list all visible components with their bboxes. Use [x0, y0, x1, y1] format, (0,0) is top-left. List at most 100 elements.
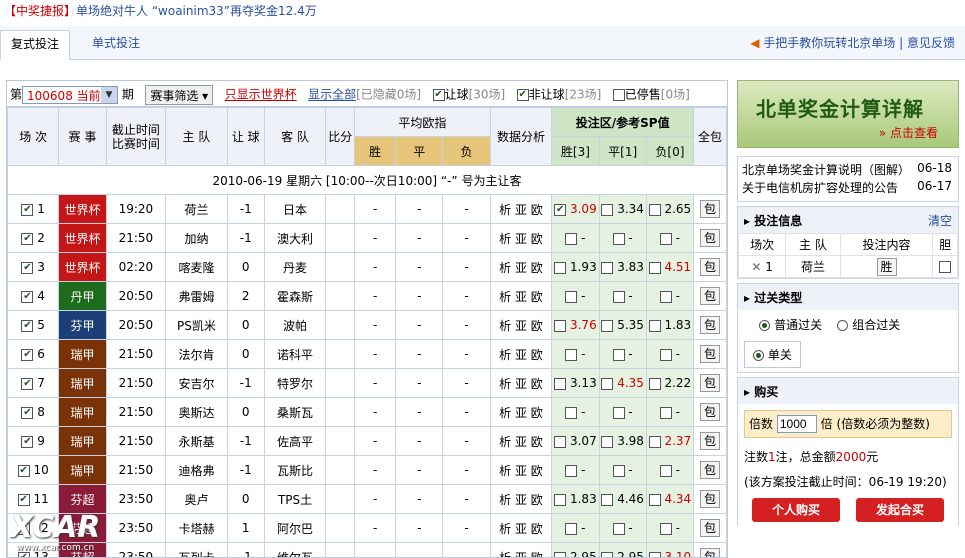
- news-item[interactable]: 北京单场奖金计算说明（图解） 06-18: [742, 161, 954, 179]
- news-ticker[interactable]: 【中奖捷报】单场绝对牛人 “woainim33”再夺奖金12.4万: [0, 0, 965, 20]
- match-checkbox[interactable]: ✔: [21, 348, 34, 361]
- bet-option-checkbox[interactable]: [601, 435, 614, 448]
- bet-option-checkbox[interactable]: [612, 522, 625, 535]
- away-team[interactable]: 丹麦: [283, 261, 307, 275]
- bet-option-checkbox[interactable]: [554, 377, 567, 390]
- non-handicap-checkbox[interactable]: ✔: [516, 89, 529, 101]
- bet-option-checkbox[interactable]: [612, 348, 625, 361]
- bet-option-checkbox[interactable]: [648, 551, 661, 557]
- away-team[interactable]: 澳大利: [277, 232, 313, 246]
- away-team[interactable]: 霍森斯: [277, 290, 313, 304]
- bet-option-checkbox[interactable]: [659, 348, 672, 361]
- away-team[interactable]: 波帕: [283, 319, 307, 333]
- home-team[interactable]: 迪格弗: [178, 464, 214, 478]
- away-team[interactable]: 瓦斯比: [277, 464, 313, 478]
- full-bet-button[interactable]: 包: [700, 345, 720, 363]
- analysis-links[interactable]: 析 亚 欧: [499, 493, 543, 507]
- home-team[interactable]: 奥卢: [184, 493, 208, 507]
- away-team[interactable]: 桑斯瓦: [277, 406, 313, 420]
- analysis-links[interactable]: 析 亚 欧: [499, 261, 543, 275]
- full-bet-button[interactable]: 包: [700, 316, 720, 334]
- analysis-links[interactable]: 析 亚 欧: [499, 522, 543, 536]
- tab-single-bet[interactable]: 单式投注: [82, 30, 150, 60]
- home-team[interactable]: 法尔肯: [178, 348, 214, 362]
- normal-pass-radio[interactable]: [759, 320, 771, 331]
- issue-select[interactable]: 100608 当前 ▼: [22, 86, 119, 104]
- bet-option-checkbox[interactable]: [659, 232, 672, 245]
- away-team[interactable]: 特罗尔: [277, 377, 313, 391]
- bet-option-checkbox[interactable]: [648, 261, 661, 274]
- full-bet-button[interactable]: 包: [700, 490, 720, 508]
- bet-option-checkbox[interactable]: [648, 203, 661, 216]
- bet-option-checkbox[interactable]: [648, 377, 661, 390]
- feedback-link[interactable]: 意见反馈: [907, 36, 955, 50]
- bet-option-checkbox[interactable]: [612, 464, 625, 477]
- match-checkbox[interactable]: ✔: [21, 232, 34, 245]
- full-bet-button[interactable]: 包: [700, 200, 720, 218]
- away-team[interactable]: 维尔瓦: [277, 551, 313, 558]
- league-filter-button[interactable]: 赛事筛选 ▾: [145, 85, 214, 105]
- bet-option-checkbox[interactable]: [601, 319, 614, 332]
- match-checkbox[interactable]: ✔: [17, 464, 30, 477]
- bet-option-checkbox[interactable]: [612, 406, 625, 419]
- tab-multi-bet[interactable]: 复式投注: [0, 30, 71, 60]
- analysis-links[interactable]: 析 亚 欧: [499, 435, 543, 449]
- bet-option-checkbox[interactable]: [565, 406, 578, 419]
- home-team[interactable]: 瓦列卡: [178, 551, 214, 558]
- bet-option-checkbox[interactable]: [648, 435, 661, 448]
- bet-option-checkbox[interactable]: [565, 232, 578, 245]
- remove-icon[interactable]: ✕: [751, 260, 761, 274]
- bet-option-checkbox[interactable]: [601, 377, 614, 390]
- bet-option-checkbox[interactable]: [659, 290, 672, 303]
- news-title[interactable]: 关于电信机房扩容处理的公告: [742, 181, 898, 195]
- bet-option-checkbox[interactable]: [601, 551, 614, 557]
- analysis-links[interactable]: 析 亚 欧: [499, 348, 543, 362]
- guide-link[interactable]: 手把手教你玩转北京单场: [763, 36, 895, 50]
- single-pass-radio[interactable]: [753, 350, 764, 361]
- stopped-checkbox[interactable]: [612, 89, 625, 101]
- bet-option-checkbox[interactable]: [612, 232, 625, 245]
- news-item[interactable]: 关于电信机房扩容处理的公告 06-17: [742, 179, 954, 197]
- bet-option-checkbox[interactable]: [659, 464, 672, 477]
- handicap-checkbox[interactable]: ✔: [432, 89, 445, 101]
- bet-content-chip[interactable]: 胜: [876, 257, 897, 276]
- bet-option-checkbox[interactable]: [648, 493, 661, 506]
- bet-option-checkbox[interactable]: [612, 290, 625, 303]
- home-team[interactable]: 安吉尔: [178, 377, 214, 391]
- clear-link[interactable]: 清空: [928, 212, 952, 229]
- match-checkbox[interactable]: ✔: [21, 290, 34, 303]
- bet-option-checkbox[interactable]: [601, 203, 614, 216]
- news-title[interactable]: 北京单场奖金计算说明（图解）: [742, 163, 910, 177]
- full-bet-button[interactable]: 包: [700, 403, 720, 421]
- full-bet-button[interactable]: 包: [700, 287, 720, 305]
- bet-option-checkbox[interactable]: [659, 522, 672, 535]
- bet-option-checkbox[interactable]: [601, 493, 614, 506]
- home-team[interactable]: 荷兰: [184, 203, 208, 217]
- bet-option-checkbox[interactable]: [554, 319, 567, 332]
- away-team[interactable]: 佐高平: [277, 435, 313, 449]
- home-team[interactable]: 加纳: [184, 232, 208, 246]
- match-checkbox[interactable]: ✔: [21, 261, 34, 274]
- single-pass-option[interactable]: 单关: [744, 341, 801, 368]
- bet-option-checkbox[interactable]: [648, 319, 661, 332]
- home-team[interactable]: 卡塔赫: [178, 522, 214, 536]
- away-team[interactable]: TPS土: [278, 493, 312, 507]
- banner-link[interactable]: » 点击查看: [879, 124, 938, 141]
- full-bet-button[interactable]: 包: [700, 374, 720, 392]
- away-team[interactable]: 诺科平: [277, 348, 313, 362]
- match-checkbox[interactable]: ✔: [21, 203, 34, 216]
- match-checkbox[interactable]: ✔: [21, 406, 34, 419]
- full-bet-button[interactable]: 包: [700, 229, 720, 247]
- bet-option-checkbox[interactable]: [565, 348, 578, 361]
- analysis-links[interactable]: 析 亚 欧: [499, 203, 543, 217]
- match-checkbox[interactable]: ✔: [21, 377, 34, 390]
- bet-option-checkbox[interactable]: [554, 261, 567, 274]
- analysis-links[interactable]: 析 亚 欧: [499, 290, 543, 304]
- only-worldcup-link[interactable]: 只显示世界杯: [225, 88, 297, 102]
- analysis-links[interactable]: 析 亚 欧: [499, 377, 543, 391]
- bet-option-checkbox[interactable]: [565, 290, 578, 303]
- bet-option-checkbox[interactable]: [601, 261, 614, 274]
- match-checkbox[interactable]: ✔: [21, 319, 34, 332]
- multiplier-input[interactable]: [776, 415, 817, 433]
- full-bet-button[interactable]: 包: [700, 432, 720, 450]
